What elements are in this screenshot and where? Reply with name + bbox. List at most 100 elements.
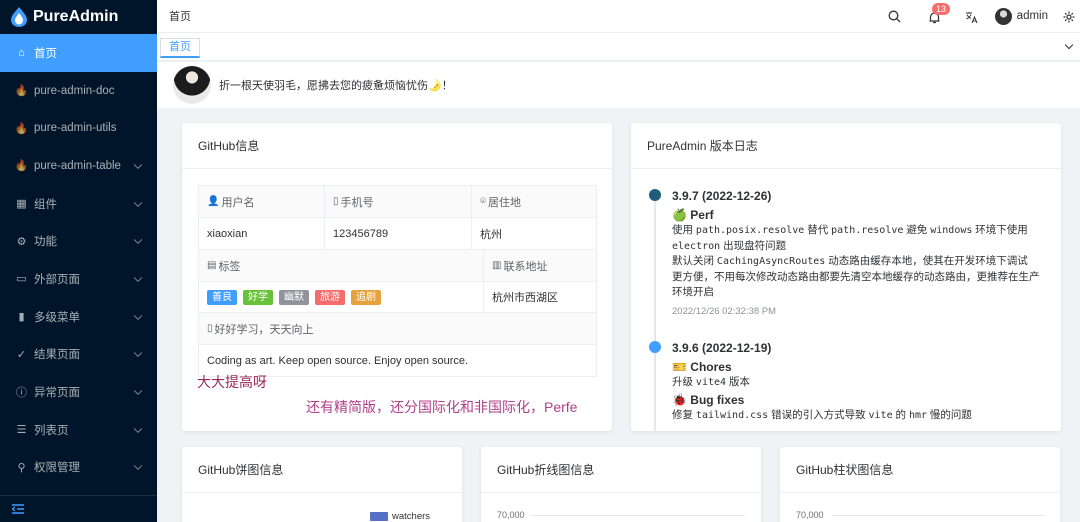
info-circle-icon: ⓘ xyxy=(16,387,27,400)
translate-icon[interactable] xyxy=(964,10,978,24)
search-icon[interactable] xyxy=(887,9,901,23)
text: 错误的引入方式导致 xyxy=(768,408,869,421)
sidebar-item[interactable]: ▦ 组件 xyxy=(0,185,157,223)
sidebar-menu: ⌂ 首页 🔥 pure-admin-doc 🔥 pure-admin-utils 🔥 pure… xyxy=(0,34,157,486)
sidebar-item[interactable]: ▮ 多级菜单 xyxy=(0,298,157,336)
user-name[interactable]: admin xyxy=(1017,10,1048,22)
sidebar-item[interactable]: ⚙ 功能 xyxy=(0,222,157,260)
desc-value-row-2: 善良 好学 幽默 旅游 追剧 杭州市西湖区 xyxy=(199,282,596,313)
text: 使用 xyxy=(672,224,696,236)
chevron-down-icon xyxy=(133,160,143,169)
chevron-down-icon xyxy=(133,311,143,320)
sidebar-item[interactable]: ⌂ 首页 xyxy=(0,34,157,72)
grid-line xyxy=(832,515,1044,516)
sidebar-item-label: 多级菜单 xyxy=(34,311,80,324)
username-label-cell: 👤 用户名 xyxy=(199,186,325,217)
brand-logo[interactable]: PureAdmin xyxy=(0,0,157,34)
address-label: 联系地址 xyxy=(503,260,548,273)
code-text: path.posix.resolve xyxy=(695,225,805,236)
settings-icon[interactable] xyxy=(1062,10,1076,24)
tag-icon: ▤ xyxy=(207,260,217,271)
changelog-line: 使用 path.posix.resolve 替代 path.resolve 避免… xyxy=(672,223,1052,239)
tag: 善良 xyxy=(207,289,237,305)
residence-label-cell: ⌾ 居住地 xyxy=(472,186,596,217)
handwritten-note-1: 大大提高呀 xyxy=(197,374,267,390)
building-icon: ▥ xyxy=(492,260,502,271)
timeline-dot xyxy=(649,341,661,353)
text: 默认关闭 xyxy=(672,255,717,267)
motto-label-cell: ▯ 好好学习，天天向上 xyxy=(199,313,596,344)
phone-value: 123456789 xyxy=(325,218,472,249)
sidebar-item-label: 首页 xyxy=(34,47,57,60)
chevron-down-icon xyxy=(133,461,143,471)
sidebar-item[interactable]: ⓘ 异常页面 xyxy=(0,373,157,411)
motto-label: 好好学习，天天向上 xyxy=(214,323,314,336)
grid-line xyxy=(533,515,745,516)
chevron-down-icon[interactable] xyxy=(1064,40,1074,50)
welcome-text: 折一根天使羽毛，愿拂去您的疲惫烦恼忧伤🌛！ xyxy=(219,80,453,92)
changelog-line: 环境开启 xyxy=(672,286,714,298)
key-icon: ⚲ xyxy=(17,461,26,474)
sidebar-item[interactable]: ▭ 外部页面 xyxy=(0,260,157,298)
code-text: hmr xyxy=(908,409,928,421)
y-axis-tick: 70,000 xyxy=(796,510,824,520)
username-label: 用户名 xyxy=(221,196,255,209)
tag: 幽默 xyxy=(279,289,309,305)
tags-label: 标签 xyxy=(218,260,241,273)
sidebar-item[interactable]: 🔥 pure-admin-utils xyxy=(0,109,157,147)
section-title: 🐞 Bug fixes xyxy=(672,392,745,407)
chevron-down-icon xyxy=(133,348,143,358)
sidebar-item-label: 权限管理 xyxy=(34,462,80,475)
sidebar: PureAdmin ⌂ 首页 🔥 pure-admin-doc 🔥 pure-admin-… xyxy=(0,0,157,522)
chart-legend: watchers xyxy=(370,511,430,522)
phone-label: 手机号 xyxy=(340,196,374,209)
sidebar-item-label: 外部页面 xyxy=(34,273,80,286)
y-axis-tick: 70,000 xyxy=(497,510,525,520)
sidebar-item-label: pure-admin-utils xyxy=(34,122,117,135)
handwritten-note-2: 还有精简版，还分国际化和非国际化，Perfe xyxy=(306,399,578,415)
location-icon: ⌾ xyxy=(480,196,486,207)
desc-label-row: 👤 用户名 ▯ 手机号 ⌾ 居住地 xyxy=(199,186,596,218)
gear-icon: ⚙ xyxy=(16,235,27,248)
text: 版本 xyxy=(726,376,750,388)
code-text: path.resolve xyxy=(831,225,904,236)
chevron-down-icon xyxy=(133,424,143,433)
tab-home[interactable]: 首页 xyxy=(160,38,200,58)
breadcrumb[interactable]: 首页 xyxy=(169,8,191,24)
sidebar-item[interactable]: ✓ 结果页面 xyxy=(0,336,157,374)
sidebar-item-label: 异常页面 xyxy=(34,387,80,400)
user-icon: 👤 xyxy=(207,196,220,207)
sidebar-item[interactable]: ☰ 列表页 xyxy=(0,411,157,449)
logo-icon xyxy=(11,7,27,27)
tag: 追剧 xyxy=(351,289,381,305)
user-avatar[interactable] xyxy=(995,8,1012,25)
book-icon: ▯ xyxy=(207,323,213,334)
text: 出现盘符问题 xyxy=(720,239,787,252)
brand-name: PureAdmin xyxy=(33,8,119,25)
tags-list: 善良 好学 幽默 旅游 追剧 xyxy=(199,282,484,312)
tag: 好学 xyxy=(243,289,273,305)
fire-icon: 🔥 xyxy=(14,85,29,98)
welcome-banner: 折一根天使羽毛，愿拂去您的疲惫烦恼忧伤🌛！ xyxy=(157,62,1080,108)
text: 修复 xyxy=(672,408,696,421)
sidebar-item-label: 列表页 xyxy=(34,424,69,437)
pie-chart-title: GitHub饼图信息 xyxy=(182,447,462,493)
chevron-down-icon xyxy=(133,273,143,283)
residence-label: 居住地 xyxy=(488,196,521,209)
code-text: vite xyxy=(868,409,893,421)
line-chart-title: GitHub折线图信息 xyxy=(481,447,761,493)
tag: 旅游 xyxy=(315,289,345,305)
text: 替代 xyxy=(804,224,832,236)
chevron-down-icon xyxy=(133,198,143,207)
sidebar-item[interactable]: ⚲ 权限管理 xyxy=(0,449,157,487)
sidebar-item[interactable]: 🔥 pure-admin-table xyxy=(0,147,157,185)
text: 动态路由缓存本地，使其在开发环境下调试 xyxy=(825,255,1028,267)
code-text: windows xyxy=(930,225,973,236)
pie-chart-card: GitHub饼图信息 watchers xyxy=(182,447,462,522)
sidebar-collapse-button[interactable] xyxy=(0,495,157,522)
sidebar-item[interactable]: 🔥 pure-admin-doc xyxy=(0,72,157,110)
changelog-line: 默认关闭 CachingAsyncRoutes 动态路由缓存本地，使其在开发环境… xyxy=(672,254,1052,270)
text: 环境下使用 xyxy=(972,224,1028,236)
section-title: 🎫 Chores xyxy=(672,360,732,374)
address-label-cell: ▥ 联系地址 xyxy=(484,250,596,281)
